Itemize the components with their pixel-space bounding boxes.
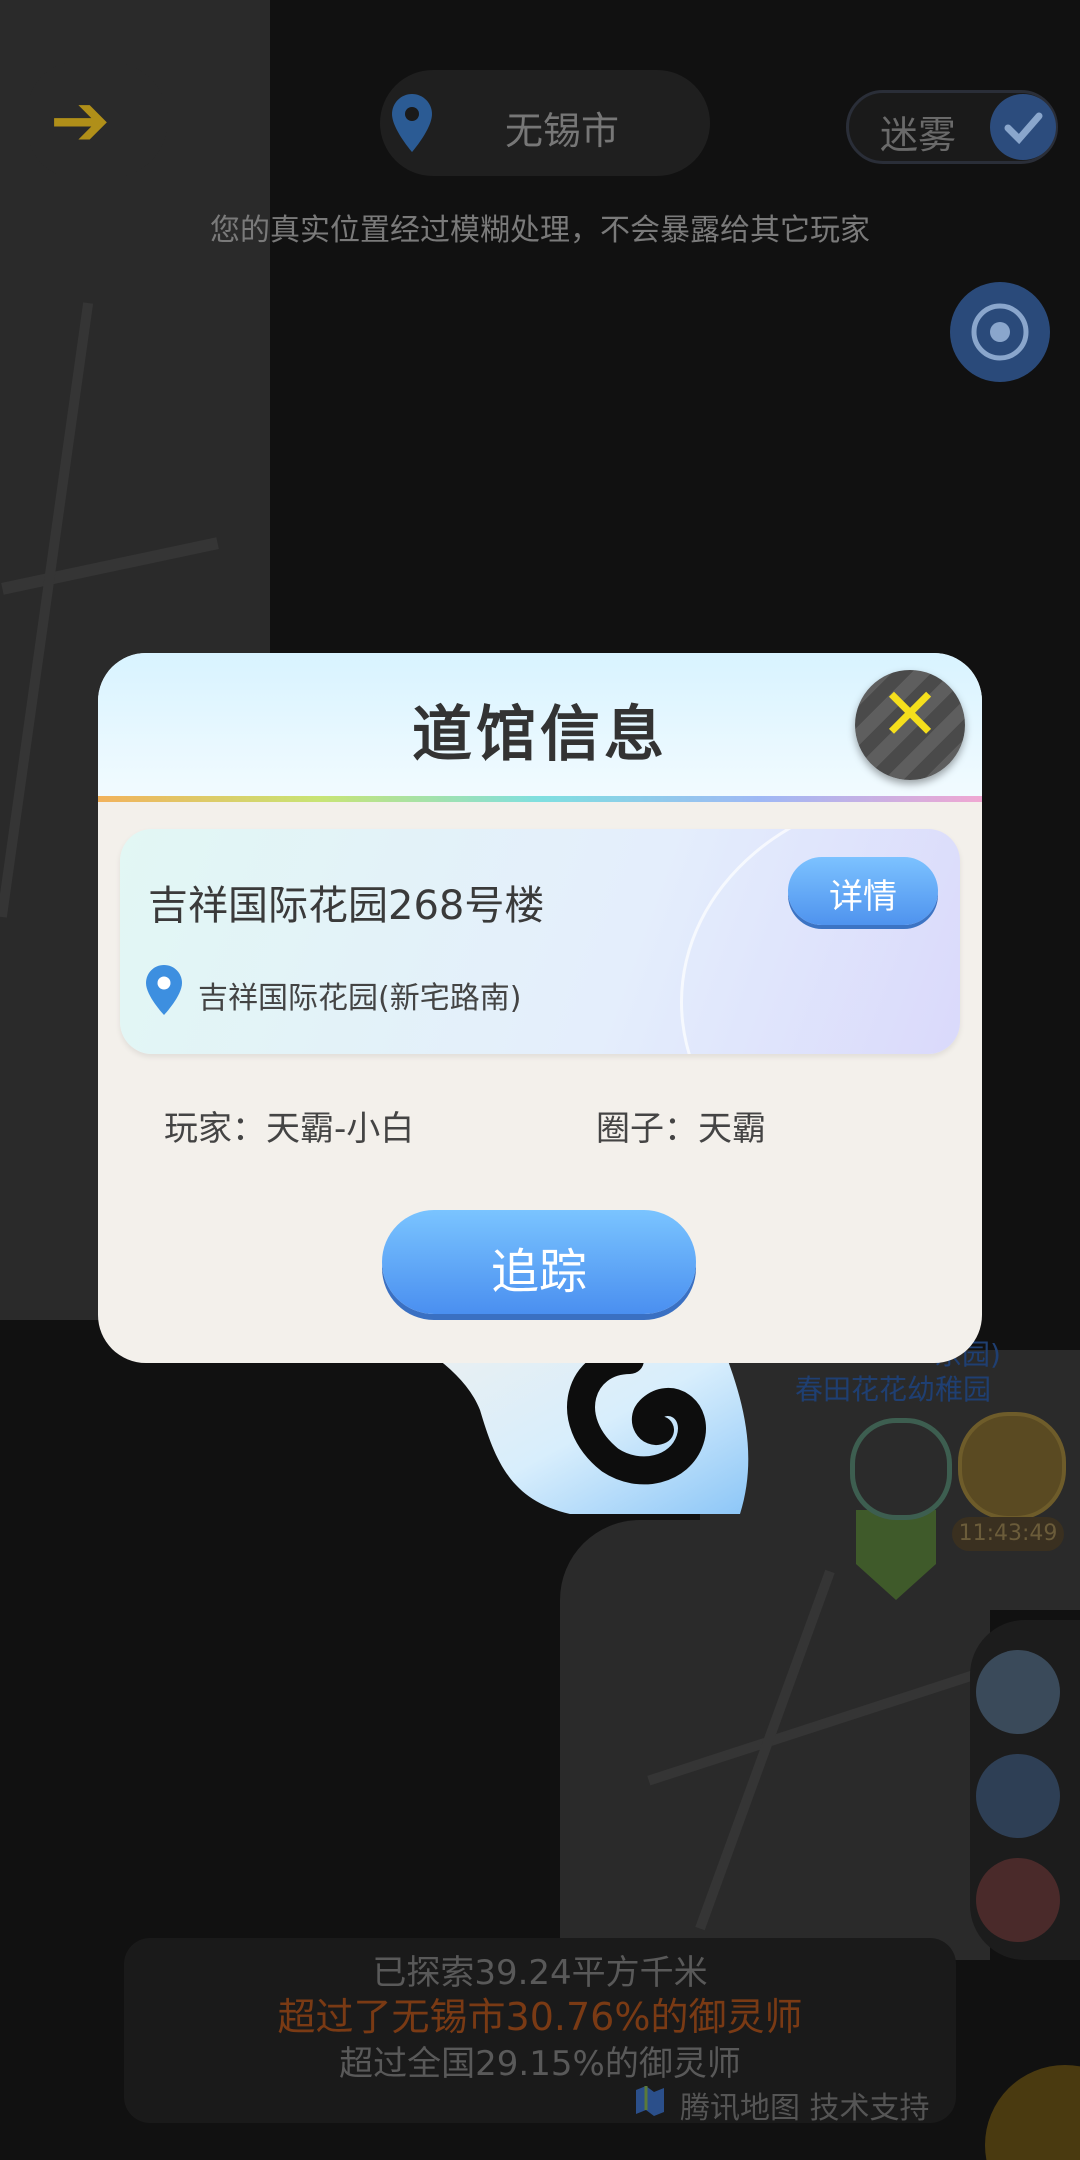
checkmark-icon <box>1004 112 1043 145</box>
poi-label[interactable]: 春田花花幼稚园 <box>795 1368 991 1408</box>
map-screen: ➔ 无锡市 迷雾 您的真实位置经过模糊处理，不会暴露给其它玩家 东园) 春田花花… <box>0 0 1080 2160</box>
city-rank: 超过了无锡市30.76%的御灵师 <box>277 1995 803 2039</box>
pet-slot-2[interactable] <box>976 1754 1060 1838</box>
track-label: 追踪 <box>490 1244 587 1300</box>
gym-info-modal: 道馆信息 吉祥国际花园268号楼 详情 吉祥国际花园(新宅路南) 玩家：天霸-小… <box>98 653 982 1363</box>
player-avatar[interactable] <box>850 1418 952 1520</box>
modal-title: 道馆信息 <box>412 700 668 770</box>
target-icon <box>971 303 1029 361</box>
nation-rank: 超过全国29.15%的御灵师 <box>339 2044 741 2084</box>
privacy-note: 您的真实位置经过模糊处理，不会暴露给其它玩家 <box>210 213 870 248</box>
track-button[interactable]: 追踪 <box>382 1210 696 1314</box>
check-icon[interactable] <box>990 94 1056 160</box>
back-arrow-icon: ➔ <box>50 78 111 162</box>
location-pin-icon <box>392 94 432 152</box>
locate-button[interactable] <box>950 282 1050 382</box>
mascot-avatar[interactable] <box>958 1412 1066 1520</box>
pet-slot-3[interactable] <box>976 1858 1060 1942</box>
close-icon: ✕ <box>879 672 941 756</box>
tencent-map-icon <box>636 2086 664 2116</box>
countdown-timer: 11:43:49 <box>952 1517 1064 1551</box>
detail-button[interactable]: 详情 <box>788 857 938 925</box>
player-info: 玩家：天霸-小白 <box>164 1109 415 1149</box>
location-pin-icon <box>146 965 182 1015</box>
rainbow-divider <box>98 796 982 802</box>
gym-address: 吉祥国际花园(新宅路南) <box>198 981 522 1016</box>
gym-name: 吉祥国际花园268号楼 <box>148 883 545 929</box>
detail-label: 详情 <box>829 877 897 917</box>
map-credit: 腾讯地图 技术支持 <box>680 2091 930 2126</box>
fog-label: 迷雾 <box>880 113 957 157</box>
back-button[interactable]: ➔ <box>28 62 168 178</box>
close-button[interactable]: ✕ <box>855 670 965 780</box>
city-name: 无锡市 <box>505 109 620 153</box>
pet-slot-1[interactable] <box>976 1650 1060 1734</box>
gym-card: 吉祥国际花园268号楼 详情 吉祥国际花园(新宅路南) <box>120 829 960 1054</box>
circle-info: 圈子：天霸 <box>596 1109 766 1149</box>
